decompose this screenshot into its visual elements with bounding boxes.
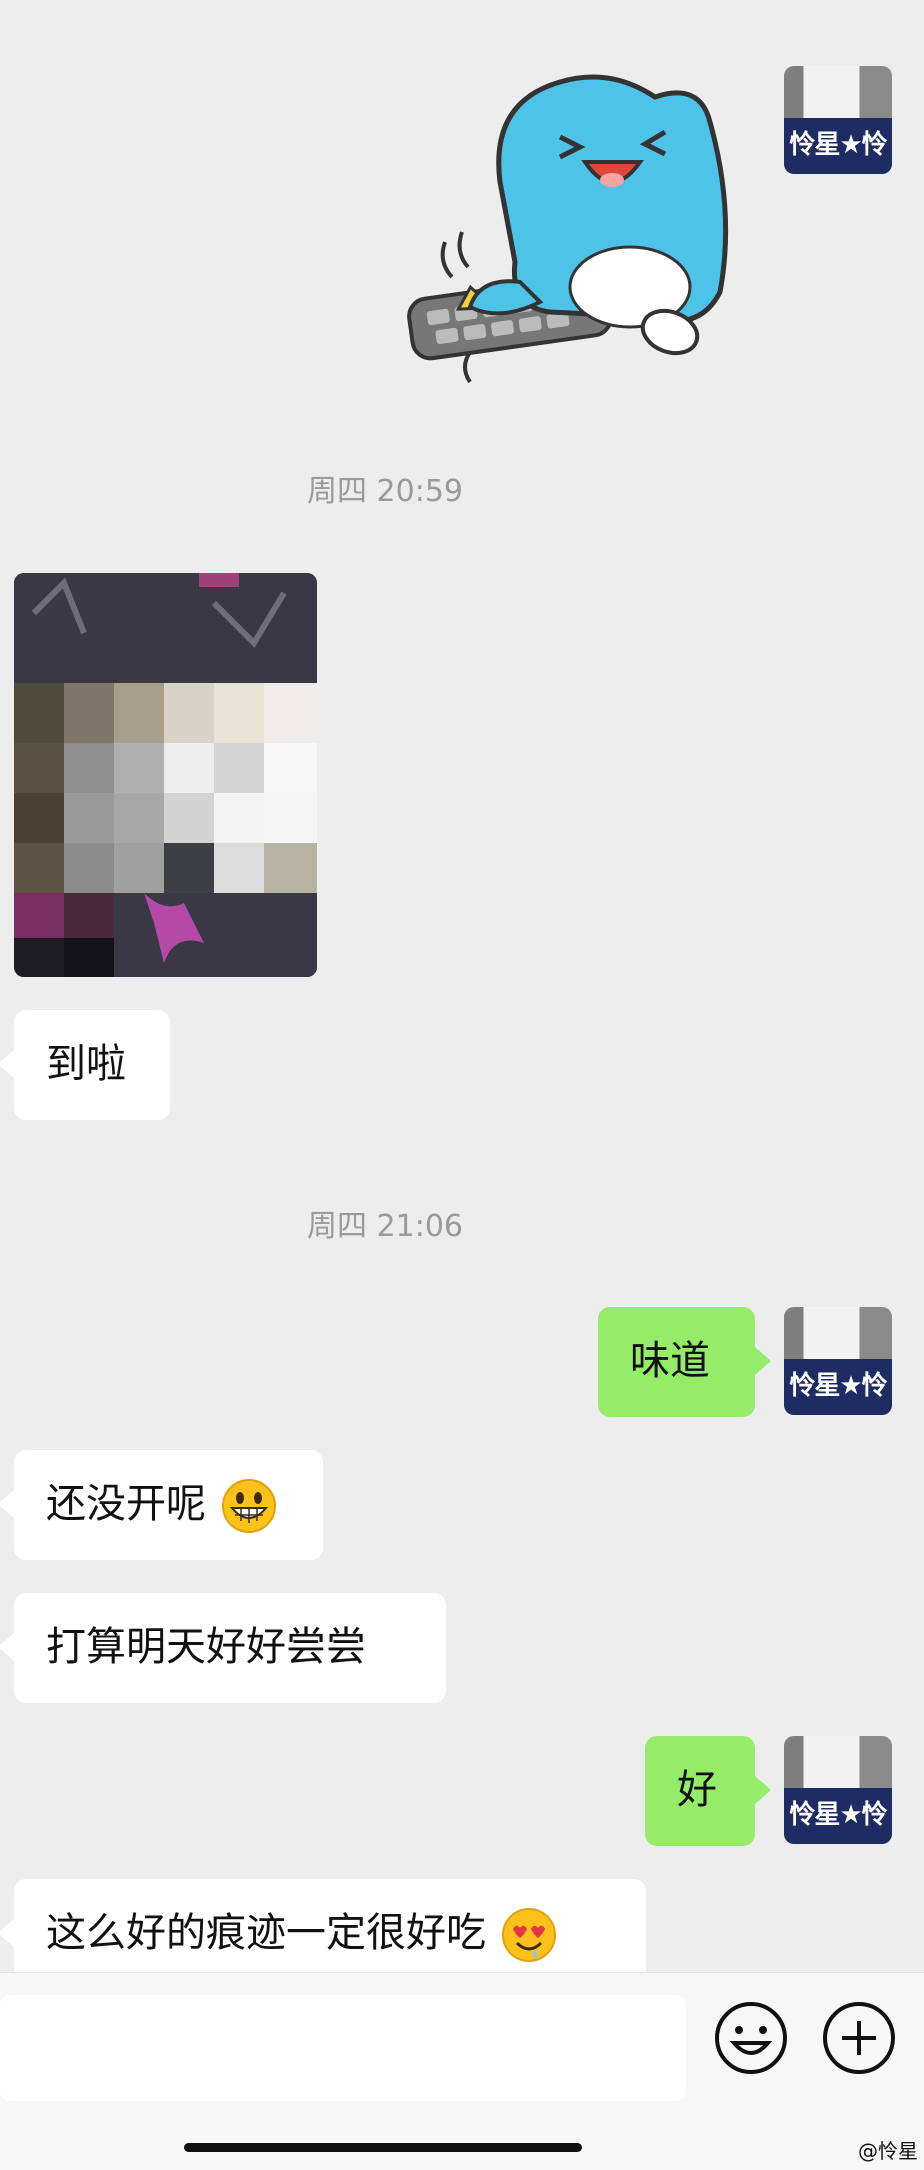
emoji-button[interactable] (712, 1999, 790, 2077)
plus-circle-icon (823, 2002, 895, 2074)
heart-eyes-drool-emoji (501, 1908, 556, 1962)
sent-message[interactable]: 味道 (598, 1307, 771, 1417)
sent-message[interactable]: 好 (645, 1736, 771, 1846)
received-image-message[interactable] (14, 573, 317, 977)
received-message[interactable]: 到啦 (0, 1010, 170, 1120)
smiley-icon (715, 2002, 787, 2074)
message-text: 到啦 (46, 1041, 126, 1087)
message-text: 好 (677, 1767, 717, 1813)
footer-watermark: @怜星 (858, 2139, 918, 2163)
more-button[interactable] (820, 1999, 898, 2077)
message-text: 这么好的痕迹一定很好吃 (46, 1910, 486, 1956)
my-avatar[interactable]: 怜星★怜 (784, 66, 892, 174)
chat-timestamp: 周四 21:06 (307, 1209, 463, 1244)
blue-cat-typing-sticker (407, 74, 729, 384)
input-bar: @怜星 (0, 1972, 924, 2170)
sticker-message[interactable] (400, 62, 760, 392)
my-avatar[interactable]: 怜星★怜 (784, 1736, 892, 1844)
received-message[interactable]: 还没开呢 (0, 1450, 323, 1560)
message-text: 还没开呢 (46, 1481, 206, 1527)
pixelated-photo (14, 573, 317, 977)
received-message[interactable]: 打算明天好好尝尝 (0, 1593, 446, 1703)
my-avatar[interactable]: 怜星★怜 (784, 1307, 892, 1415)
message-text: 打算明天好好尝尝 (46, 1624, 366, 1670)
home-indicator[interactable] (184, 2143, 582, 2152)
message-text: 味道 (630, 1338, 710, 1384)
message-input[interactable] (0, 1995, 686, 2101)
chat-timestamp: 周四 20:59 (307, 474, 463, 509)
grinning-emoji (221, 1479, 276, 1533)
